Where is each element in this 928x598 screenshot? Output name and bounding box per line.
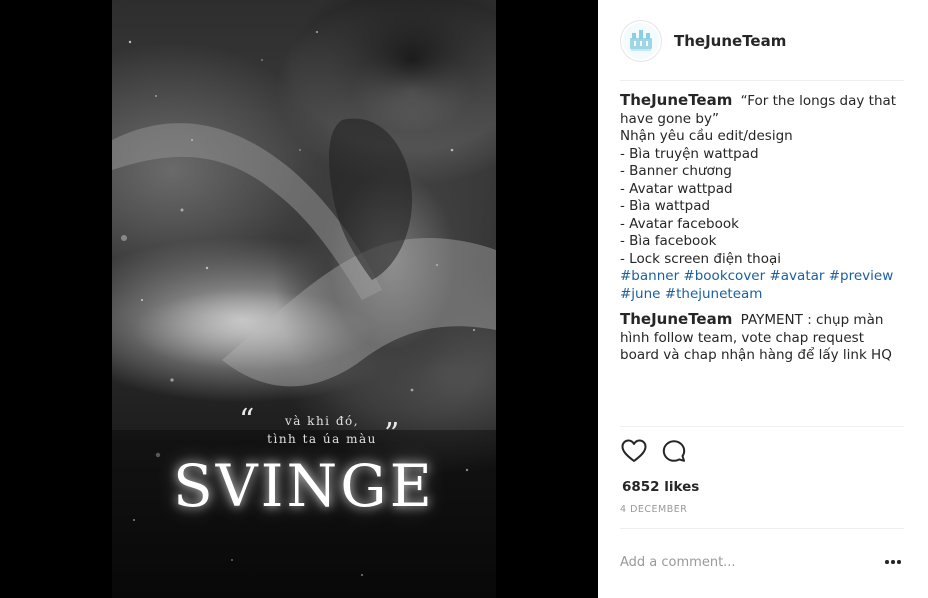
more-options-icon	[891, 560, 895, 564]
caption-line: - Banner chương	[620, 163, 732, 179]
cover-title: SVINGE	[173, 452, 435, 520]
caption-line: - Bìa truyện wattpad	[620, 145, 759, 162]
author-username[interactable]: TheJuneTeam	[674, 32, 786, 50]
book-cover-image: “ và khi đó, tình ta úa màu ” SVINGE	[112, 0, 496, 598]
cover-tagline-line2: tình ta úa màu	[267, 432, 377, 446]
more-options-button[interactable]	[882, 551, 904, 573]
post-header: TheJuneTeam	[598, 0, 928, 81]
caption-line: - Bìa wattpad	[620, 198, 711, 214]
caption-line: - Avatar wattpad	[620, 180, 733, 197]
more-options-icon	[885, 560, 889, 564]
heart-icon	[621, 439, 647, 462]
comment-button[interactable]	[660, 437, 688, 465]
caption-line: - Avatar facebook	[620, 215, 739, 232]
hashtag-link[interactable]: #banner	[620, 268, 679, 284]
caption-username[interactable]: TheJuneTeam	[620, 91, 732, 109]
comment-item: TheJuneTeam PAYMENT : chụp màn hình foll…	[620, 310, 904, 365]
actions-divider	[620, 426, 904, 427]
add-comment-input[interactable]	[620, 552, 870, 572]
like-button[interactable]	[620, 437, 648, 465]
hashtag-link[interactable]: #avatar	[769, 268, 824, 284]
post-media[interactable]: “ và khi đó, tình ta úa màu ” SVINGE	[0, 0, 598, 598]
like-count[interactable]: 6852 likes	[622, 479, 699, 495]
quote-close-mark: ”	[384, 417, 400, 452]
avatar[interactable]	[620, 20, 662, 62]
hashtag-link[interactable]: #june	[620, 286, 660, 302]
caption-line: - Lock screen điện thoại	[620, 250, 782, 267]
hashtag-link[interactable]: #preview	[829, 268, 894, 284]
hashtag-link[interactable]: #bookcover	[683, 268, 765, 284]
cover-tagline-line1: và khi đó,	[284, 414, 360, 428]
cover-tagline: và khi đó, tình ta úa màu	[252, 412, 392, 448]
post-sidebar: TheJuneTeam TheJuneTeam “For the longs d…	[598, 0, 928, 598]
comment-username[interactable]: TheJuneTeam	[620, 310, 732, 328]
caption-line: Nhận yêu cầu edit/design	[620, 128, 793, 144]
post-caption: TheJuneTeam “For the longs day that have…	[620, 91, 904, 365]
comment-bubble-icon	[662, 440, 686, 462]
caption-hashtags: #banner #bookcover #avatar #preview #jun…	[620, 268, 904, 303]
hashtag-link[interactable]: #thejuneteam	[665, 286, 763, 302]
thejuneteam-logo-icon	[623, 23, 659, 59]
caption-line: - Bìa facebook	[620, 233, 717, 249]
more-options-icon	[897, 560, 901, 564]
header-divider	[620, 80, 904, 81]
caption-body: TheJuneTeam “For the longs day that have…	[620, 91, 904, 303]
post-date[interactable]: 4 DECEMBER	[620, 504, 687, 515]
comment-divider	[620, 528, 904, 529]
